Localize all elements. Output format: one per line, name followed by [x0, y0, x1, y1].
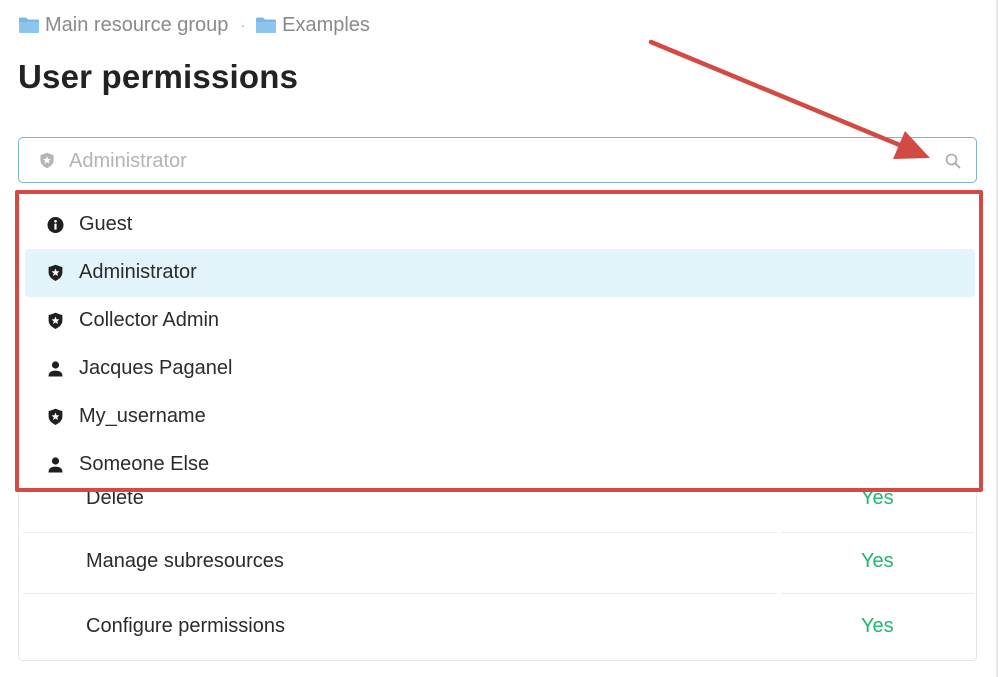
person-icon: [48, 457, 63, 473]
dropdown-item-jacques-paganel[interactable]: Jacques Paganel: [25, 345, 975, 393]
page: Main resource group · Examples User perm…: [0, 0, 998, 677]
breadcrumb-label: Examples: [282, 13, 370, 36]
breadcrumb-label: Main resource group: [45, 13, 229, 36]
dropdown-item-label: Collector Admin: [79, 309, 220, 331]
dropdown-item-label: My_username: [79, 405, 206, 427]
dropdown-item-label: Guest: [79, 213, 133, 235]
user-dropdown-list: Guest Administrator Collector Admin Jacq…: [15, 190, 983, 492]
dropdown-item-administrator[interactable]: Administrator: [25, 249, 975, 297]
user-search-select[interactable]: [18, 137, 977, 183]
permission-value: Yes: [861, 615, 894, 637]
permission-value: Yes: [861, 550, 894, 572]
person-icon: [48, 361, 63, 377]
permission-value-cell: Yes: [781, 595, 974, 659]
dropdown-item-label: Someone Else: [79, 453, 210, 475]
page-title: User permissions: [18, 58, 299, 95]
table-row: Configure permissions Yes: [23, 595, 974, 659]
shield-star-icon: [48, 264, 63, 281]
permission-name-cell: Manage subresources: [23, 530, 777, 594]
search-input[interactable]: [67, 146, 931, 176]
folder-icon: [19, 17, 39, 33]
permission-name: Manage subresources: [86, 550, 284, 572]
breadcrumb-item-examples[interactable]: Examples: [255, 14, 370, 37]
dropdown-item-someone-else[interactable]: Someone Else: [25, 441, 975, 489]
dropdown-item-collector-admin[interactable]: Collector Admin: [25, 297, 975, 345]
shield-star-icon: [48, 408, 63, 425]
breadcrumb-separator: ·: [240, 17, 246, 33]
breadcrumb-item-main-resource-group[interactable]: Main resource group: [18, 14, 228, 37]
dropdown-item-label: Jacques Paganel: [79, 357, 233, 379]
dropdown-item-my-username[interactable]: My_username: [25, 393, 975, 441]
shield-star-icon: [40, 152, 54, 169]
folder-icon: [256, 17, 277, 33]
shield-star-icon: [48, 312, 63, 329]
permission-value-cell: Yes: [781, 530, 974, 594]
breadcrumb: Main resource group · Examples: [18, 12, 370, 38]
dropdown-item-label: Administrator: [79, 261, 197, 283]
info-circle-icon: [47, 217, 64, 233]
table-row: Manage subresources Yes: [23, 530, 974, 594]
search-icon[interactable]: [944, 152, 962, 170]
permission-name-cell: Configure permissions: [23, 595, 777, 659]
permissions-table: Delete Yes Manage subresources Yes Confi…: [18, 468, 977, 661]
dropdown-item-guest[interactable]: Guest: [25, 201, 975, 249]
permission-name: Configure permissions: [86, 615, 285, 637]
